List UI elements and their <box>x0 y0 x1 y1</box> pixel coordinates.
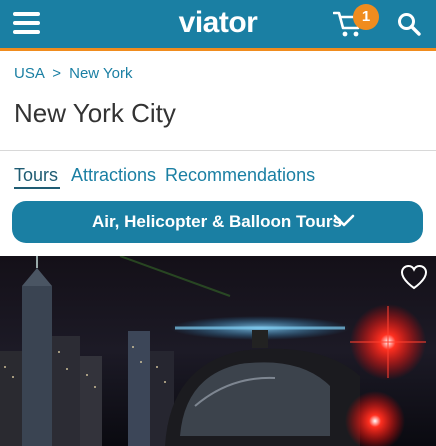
tab-attractions[interactable]: Attractions <box>71 165 156 186</box>
tab-tours-label: Tours <box>14 165 59 185</box>
breadcrumb: USA > New York <box>14 65 133 82</box>
tab-attractions-label: Attractions <box>71 165 157 185</box>
tab-recommendations[interactable]: Recommendations <box>165 165 315 186</box>
breadcrumb-link-usa[interactable]: USA <box>14 65 44 82</box>
category-dropdown-button[interactable]: Air, Helicopter & Balloon Tours <box>12 201 423 243</box>
top-navigation-bar: viator 1 <box>0 0 436 51</box>
favorite-heart-icon[interactable] <box>400 264 428 290</box>
category-dropdown-label: Air, Helicopter & Balloon Tours <box>92 212 342 231</box>
chevron-down-icon <box>333 214 355 227</box>
breadcrumb-link-new-york[interactable]: New York <box>69 65 132 82</box>
page-title: New York City <box>14 98 176 128</box>
tab-tours[interactable]: Tours <box>14 165 60 189</box>
hero-photo <box>0 256 436 446</box>
cart-count-badge: 1 <box>353 4 379 30</box>
hero-image-helicopter-night[interactable] <box>0 256 436 446</box>
breadcrumb-separator: > <box>52 65 61 82</box>
divider <box>0 150 436 151</box>
tab-recommendations-label: Recommendations <box>165 165 316 185</box>
active-tab-underline <box>14 187 60 189</box>
search-icon[interactable] <box>397 12 421 36</box>
